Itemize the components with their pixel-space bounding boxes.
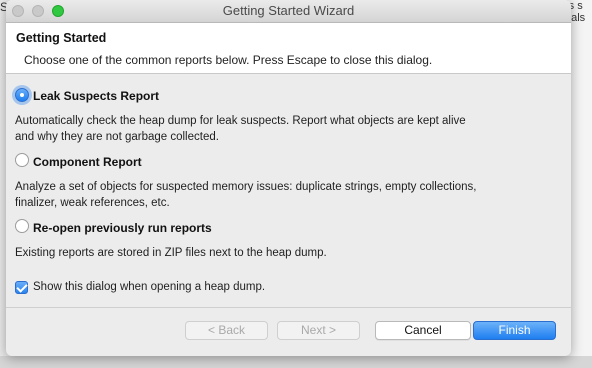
- reopen-reports-description: Existing reports are stored in ZIP files…: [15, 247, 327, 259]
- next-button[interactable]: Next >: [277, 321, 360, 340]
- window-title: Getting Started Wizard: [222, 3, 355, 18]
- leak-suspects-radio[interactable]: [15, 88, 29, 102]
- show-dialog-checkbox[interactable]: [15, 281, 28, 294]
- reopen-reports-radio[interactable]: [15, 219, 29, 233]
- page-description: Choose one of the common reports below. …: [24, 53, 433, 67]
- cancel-button[interactable]: Cancel: [375, 321, 471, 340]
- component-report-label[interactable]: Component Report: [33, 155, 142, 169]
- getting-started-dialog: Getting Started Wizard Getting Started C…: [6, 0, 571, 356]
- finish-button[interactable]: Finish: [473, 321, 556, 340]
- page-title: Getting Started: [16, 31, 107, 45]
- back-button[interactable]: < Back: [185, 321, 268, 340]
- show-dialog-label[interactable]: Show this dialog when opening a heap dum…: [33, 281, 265, 293]
- title-bar: Getting Started Wizard: [6, 0, 571, 23]
- reopen-reports-label[interactable]: Re-open previously run reports: [33, 221, 212, 235]
- leak-suspects-description: Automatically check the heap dump for le…: [15, 115, 466, 143]
- component-report-description: Analyze a set of objects for suspected m…: [15, 181, 477, 209]
- wizard-header: Getting Started Choose one of the common…: [6, 23, 571, 74]
- button-bar-separator: [6, 307, 571, 308]
- background-window-right: [568, 0, 592, 368]
- leak-suspects-label[interactable]: Leak Suspects Report: [33, 89, 159, 103]
- component-report-radio[interactable]: [15, 153, 29, 167]
- background-desktop-bottom: [0, 356, 592, 368]
